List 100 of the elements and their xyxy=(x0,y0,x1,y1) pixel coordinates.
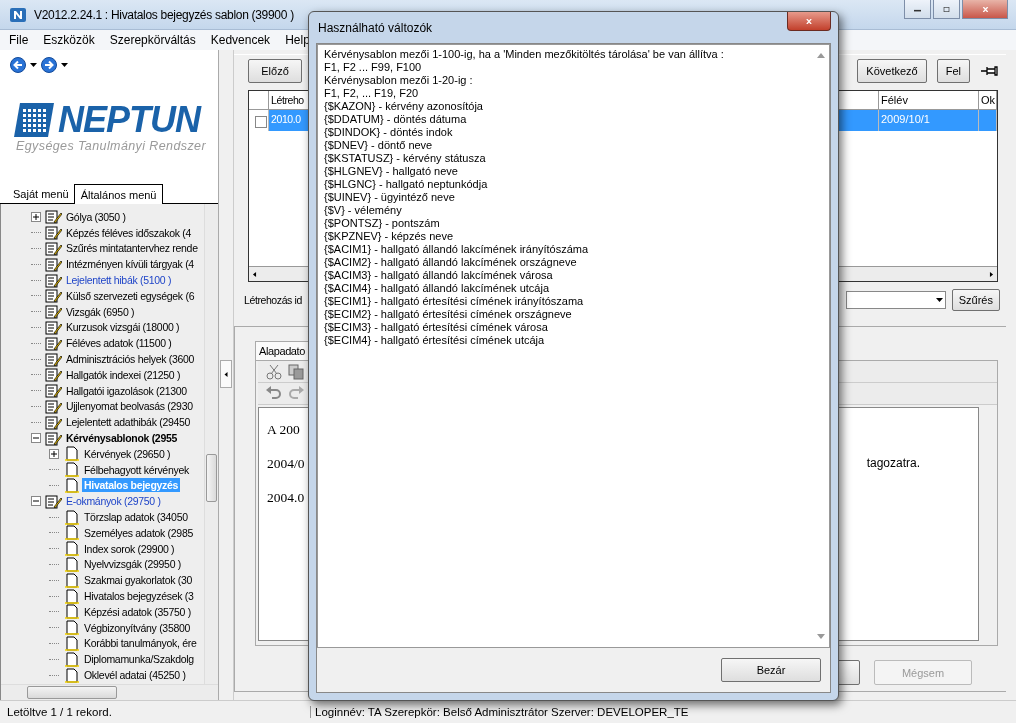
collapse-icon[interactable] xyxy=(31,433,41,444)
dialog-title: Használható változók xyxy=(317,20,433,35)
document-icon xyxy=(62,446,80,462)
document-icon xyxy=(62,620,80,636)
tree-item[interactable]: Adminisztrációs helyek (3600 xyxy=(64,352,197,367)
scroll-right-icon[interactable] xyxy=(989,271,994,277)
menu-item[interactable]: Eszközök xyxy=(43,33,95,47)
expand-icon[interactable] xyxy=(31,211,41,222)
tree-item[interactable]: Külső szervezeti egységek (6 xyxy=(64,288,197,303)
note-pencil-icon xyxy=(44,351,62,367)
variable-line: {$ECIM2} - hallgató értesítési címének országneve xyxy=(324,308,572,321)
maximize-button[interactable] xyxy=(933,0,960,19)
details-tab[interactable]: Alapadato xyxy=(255,341,309,360)
column-header[interactable]: Félév xyxy=(879,91,979,110)
row-checkbox[interactable] xyxy=(255,116,267,128)
tree-item[interactable]: Gólya (3050 ) xyxy=(64,209,128,224)
dropdown-caret-icon[interactable] xyxy=(30,62,37,68)
note-pencil-icon xyxy=(44,288,62,304)
variable-line: {$KSTATUSZ} - kérvény státusza xyxy=(324,152,486,165)
pin-icon[interactable] xyxy=(980,63,1000,78)
menu-item[interactable]: Szerepkörváltás xyxy=(109,33,196,47)
login-info: Loginnév: TA Szerepkör: Belső Adminisztrátor Szerver: DEVELOPER_TE xyxy=(310,706,693,718)
scroll-down-icon[interactable] xyxy=(816,634,825,639)
tree-item[interactable]: Féléves adatok (11500 ) xyxy=(64,336,174,351)
tree-item[interactable]: Szűrés mintatantervhez rende xyxy=(64,241,200,256)
left-triangle-icon xyxy=(223,371,229,377)
tree-item[interactable]: Diplomamunka/Szakdolg xyxy=(82,652,196,667)
document-icon xyxy=(62,651,80,667)
tree-item[interactable]: Index sorok (29900 ) xyxy=(82,541,177,556)
tree-item[interactable]: Hallgatói igazolások (21300 xyxy=(64,383,189,398)
note-pencil-icon xyxy=(44,225,62,241)
dropdown-caret-icon[interactable] xyxy=(61,62,68,68)
tree-item[interactable]: Kérvények (29650 ) xyxy=(82,446,173,461)
variable-line: {$PONTSZ} - pontszám xyxy=(324,217,440,230)
logo-tagline: Egységes Tanulmányi Rendszer xyxy=(15,139,207,153)
tree-item[interactable]: Intézményen kívüli tárgyak (4 xyxy=(64,257,196,272)
variable-line: Kérvénysablon mezői 1-20-ig : xyxy=(324,74,473,87)
up-button[interactable]: Fel xyxy=(936,58,970,83)
document-icon xyxy=(62,588,80,604)
variable-line: F1, F2, ... F19, F20 xyxy=(324,87,419,100)
document-icon xyxy=(62,667,80,683)
note-pencil-icon xyxy=(44,319,62,335)
variable-line: {$ACIM1} - hallgató állandó lakcímének irányítószáma xyxy=(324,243,589,256)
filter-dropdown[interactable] xyxy=(845,291,946,309)
scissors-icon[interactable] xyxy=(264,362,284,381)
tree-item[interactable]: Kurzusok vizsgái (18000 ) xyxy=(64,320,182,335)
variable-line: {$V} - vélemény xyxy=(324,204,402,217)
tree-item[interactable]: Hivatalos bejegyzések (3 xyxy=(82,589,196,603)
variable-line: {$ECIM4} - hallgató értesítési címének utcája xyxy=(324,334,545,347)
next-button[interactable]: Következő xyxy=(857,58,927,83)
scroll-up-icon[interactable] xyxy=(816,53,825,58)
tree-item[interactable]: Szakmai gyakorlatok (30 xyxy=(82,573,195,588)
scrollbar[interactable] xyxy=(1,684,218,700)
tree-item[interactable]: Lejelentett adathibák (29450 xyxy=(64,415,193,430)
restore-icon xyxy=(943,6,950,12)
tree-item[interactable]: Személyes adatok (2985 xyxy=(82,525,195,540)
tree-item[interactable]: Ujjlenyomat beolvasás (2930 xyxy=(64,399,195,414)
variable-line: {$ACIM3} - hallgató állandó lakcímének városa xyxy=(324,269,553,282)
tree-item[interactable]: Kérvénysablonok (2955 xyxy=(64,431,179,446)
dropdown-caret-icon xyxy=(935,297,943,303)
tree-item[interactable]: Törzslap adatok (34050 xyxy=(82,510,190,525)
scrollbar[interactable] xyxy=(204,204,218,684)
variable-line: Kérvénysablon mezői 1-100-ig, ha a 'Minden mezőkitöltés tárolása' be van állítva : xyxy=(324,48,724,61)
menu-tab[interactable]: Általános menü xyxy=(73,184,164,204)
previous-button[interactable]: Előző xyxy=(248,58,302,83)
close-button[interactable] xyxy=(787,12,831,31)
collapse-icon[interactable] xyxy=(31,496,41,507)
tree-item[interactable]: Nyelvvizsgák (29950 ) xyxy=(82,557,183,572)
scroll-left-icon[interactable] xyxy=(252,271,257,277)
scroll-thumb[interactable] xyxy=(206,454,217,502)
scroll-thumb[interactable] xyxy=(27,686,117,699)
tree-item[interactable]: Lejelentett hibák (5100 ) xyxy=(64,273,174,288)
minimize-button[interactable] xyxy=(904,0,931,19)
variable-line: {$ACIM2} - hallgató állandó lakcímének országneve xyxy=(324,256,577,269)
forward-icon[interactable] xyxy=(41,57,57,73)
tree-item[interactable]: Vizsgák (6950 ) xyxy=(64,304,137,319)
close-dialog-button[interactable]: Bezár xyxy=(721,658,821,682)
variable-line: {$ECIM1} - hallgató értesítési címének irányítószama xyxy=(324,295,584,308)
copy-icon[interactable] xyxy=(286,362,306,381)
filter-label: Létrehozás id xyxy=(244,294,302,306)
note-pencil-icon xyxy=(44,493,62,509)
tree-item[interactable]: Félbehagyott kérvények xyxy=(82,462,191,477)
back-icon[interactable] xyxy=(10,57,26,73)
variable-line: {$HLGNC} - hallgató neptunkódja xyxy=(324,178,488,191)
tree-item[interactable]: Hallgatók indexei (21250 ) xyxy=(64,367,183,382)
menu-item[interactable]: Kedvencek xyxy=(210,33,271,47)
tree-item[interactable]: Oklevél adatai (45250 ) xyxy=(82,668,188,682)
menu-item[interactable]: File xyxy=(9,33,29,47)
tree-item[interactable]: Képzés féléves időszakok (4 xyxy=(64,225,193,240)
column-header[interactable]: Ok xyxy=(979,91,997,110)
tree-item[interactable]: Végbizonyítvány (35800 xyxy=(82,620,193,635)
tree-item[interactable]: E-okmányok (29750 ) xyxy=(64,494,163,509)
app-logo-icon xyxy=(8,7,28,22)
collapse-button[interactable] xyxy=(220,360,232,388)
filter-button[interactable]: Szűrés xyxy=(951,289,1000,311)
tree-item[interactable]: Képzési adatok (35750 ) xyxy=(82,604,193,619)
expand-icon[interactable] xyxy=(49,448,59,459)
close-icon xyxy=(804,18,814,24)
variable-line: {$ACIM4} - hallgató állandó lakcímének utcája xyxy=(324,282,550,295)
tree-item[interactable]: Korábbi tanulmányok, ére xyxy=(82,636,199,651)
